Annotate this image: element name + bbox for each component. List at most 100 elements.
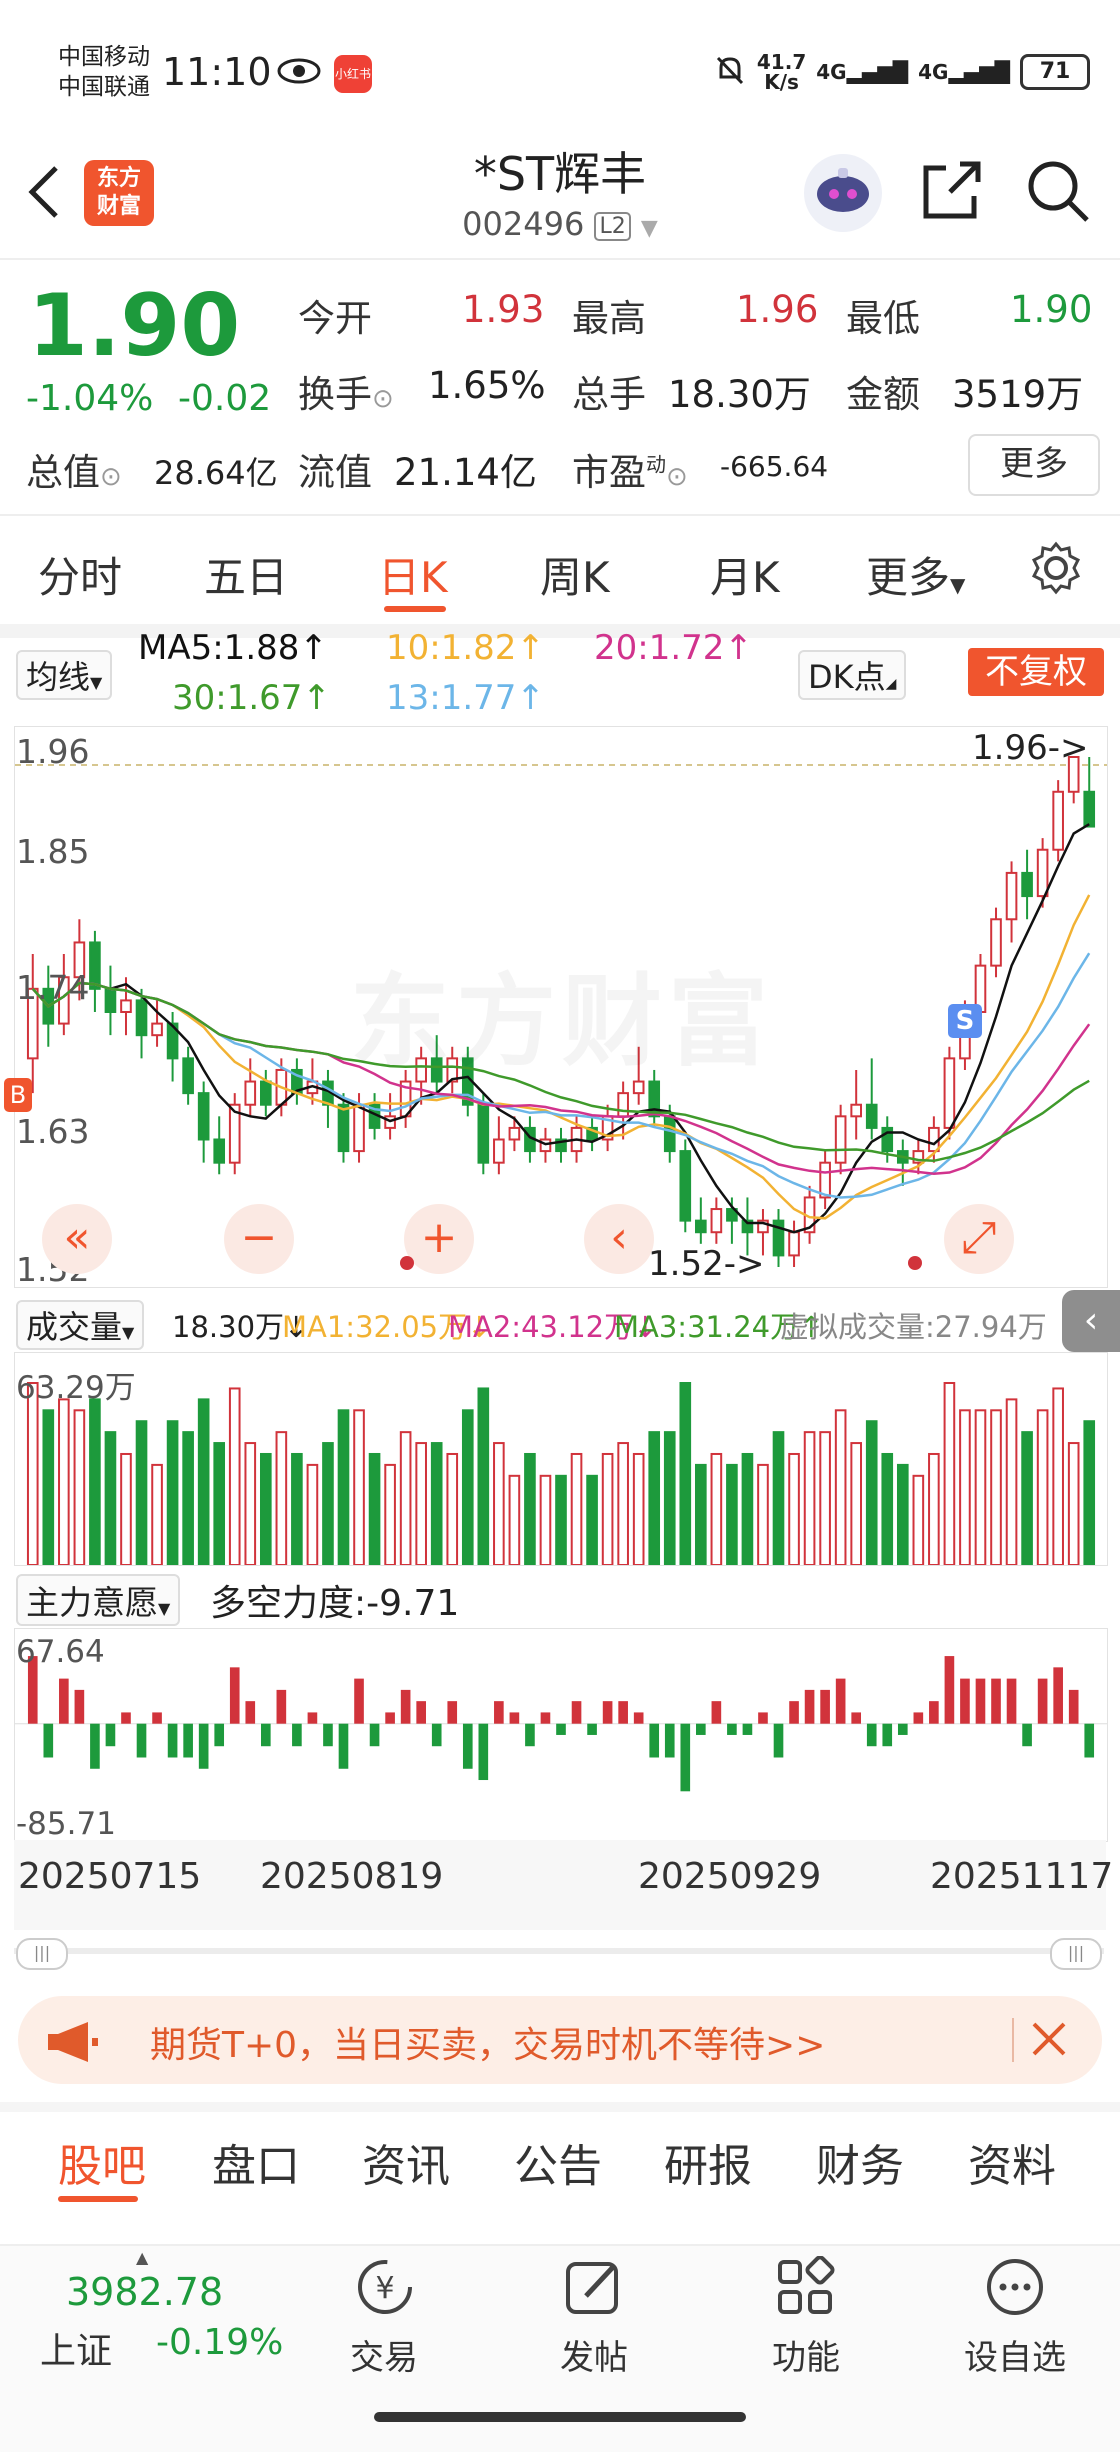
change-amount: -0.02 (178, 378, 272, 419)
info-dots-icon[interactable]: ⊙ (100, 462, 122, 492)
tab-more[interactable]: 更多▼ (866, 544, 965, 605)
tab-five-day[interactable]: 五日 (204, 544, 288, 605)
tab-monthly-k[interactable]: 月K (710, 544, 780, 605)
fullscreen-expand-icon[interactable]: ⤢ (944, 1204, 1014, 1274)
pe-sup: 动 (646, 452, 666, 477)
indicator-bar (789, 1701, 799, 1724)
mute-bell-icon (713, 53, 747, 92)
adjust-button[interactable]: 不复权 (968, 648, 1104, 696)
post-edit-icon[interactable] (562, 2256, 628, 2322)
tab-intraday[interactable]: 分时 (38, 544, 122, 605)
mktcap-value: 28.64亿 (154, 454, 278, 492)
indicator-bar (260, 1723, 271, 1747)
info-dots-icon[interactable]: ⊙ (372, 384, 394, 414)
index-name[interactable]: 上证 (40, 2322, 112, 2374)
tab-more-label: 更多 (866, 553, 951, 602)
tab-news[interactable]: 资讯 (362, 2130, 450, 2194)
candle-body (1052, 790, 1064, 851)
nav-post[interactable]: 发帖 (544, 2330, 644, 2379)
volume-bar (788, 1452, 800, 1565)
home-indicator[interactable] (374, 2412, 746, 2422)
candle-body (104, 987, 117, 1013)
tab-weekly-k[interactable]: 周K (540, 544, 610, 605)
indicator-bar (447, 1701, 458, 1724)
trade-yen-icon[interactable]: ¥ (352, 2256, 418, 2322)
nav-trade[interactable]: 交易 (334, 2330, 434, 2379)
volume-bar (73, 1409, 86, 1565)
close-icon[interactable] (1028, 2016, 1070, 2066)
indicator-bar (680, 1723, 691, 1792)
volume-bar (928, 1452, 940, 1565)
volume-selector[interactable]: 成交量▼ (16, 1300, 145, 1350)
scroll-handle-right[interactable]: ||| (1050, 1938, 1102, 1970)
candle-body (1021, 871, 1033, 898)
index-change[interactable]: -0.19% (156, 2322, 283, 2363)
more-dots-icon[interactable] (982, 2256, 1048, 2322)
candle-body (1036, 848, 1049, 898)
robot-assistant-icon[interactable] (804, 154, 882, 232)
tab-pankou[interactable]: 盘口 (212, 2130, 300, 2194)
tab-research[interactable]: 研报 (664, 2130, 752, 2194)
candle-body (788, 1231, 800, 1257)
tab-finance[interactable]: 财务 (816, 2130, 904, 2194)
indicator-bar (229, 1667, 240, 1724)
zoom-out-icon[interactable]: − (224, 1204, 294, 1274)
volume-value: 18.30万 (668, 373, 811, 416)
virtual-volume: 虚拟成交量:27.94万 (780, 1310, 1047, 1344)
indicator-bar (74, 1689, 85, 1724)
info-dots-icon[interactable]: ⊙ (666, 462, 688, 492)
ma-selector[interactable]: 均线▼ (16, 650, 113, 700)
more-button[interactable]: 更多 (968, 434, 1100, 496)
change-pct: -1.04% (26, 378, 154, 419)
collapse-panel-chevron-icon[interactable]: ‹ (1062, 1290, 1120, 1352)
volume-bar (58, 1398, 70, 1565)
volume-bar (446, 1452, 459, 1565)
candle-body (695, 1219, 707, 1234)
candle-body (990, 918, 1002, 967)
volume-bar (819, 1431, 831, 1565)
volume-bar (42, 1409, 55, 1565)
volume-bar (477, 1387, 490, 1565)
indicator-bar (494, 1701, 504, 1724)
dk-point-selector[interactable]: DK点◢ (798, 650, 907, 700)
indicator-bar (866, 1723, 877, 1747)
sell-signal-tag: S (948, 1004, 982, 1038)
volume-chart[interactable] (14, 1352, 1108, 1566)
chevron-down-icon: ▼ (640, 216, 658, 241)
zoom-in-icon[interactable]: + (404, 1204, 474, 1274)
volume-bar (275, 1431, 288, 1565)
tab-profile[interactable]: 资料 (968, 2130, 1056, 2194)
indicator-bar (897, 1723, 908, 1735)
indicator-selector-label: 主力意愿 (26, 1583, 158, 1622)
rewind-double-chevron-icon[interactable]: « (42, 1204, 112, 1274)
tab-announcements[interactable]: 公告 (514, 2130, 602, 2194)
tab-daily-k[interactable]: 日K (378, 544, 448, 605)
volume-bar (586, 1474, 598, 1565)
functions-grid-icon[interactable] (774, 2255, 840, 2322)
indicator-value: 多空力度:-9.71 (210, 1583, 460, 1624)
candle-body (943, 1057, 956, 1129)
indicator-bar (183, 1723, 193, 1758)
nav-functions[interactable]: 功能 (756, 2330, 856, 2379)
settings-gear-icon[interactable] (1028, 540, 1084, 600)
indicator-selector[interactable]: 主力意愿▼ (16, 1574, 181, 1626)
ma20-value: 20:1.72↑ (594, 628, 753, 668)
indicator-bar (540, 1712, 551, 1724)
chart-scrollbar[interactable] (14, 1948, 1104, 1954)
nav-add-watchlist[interactable]: 设自选 (950, 2330, 1080, 2379)
tab-guba[interactable]: 股吧 (58, 2130, 146, 2194)
volume-bar (213, 1442, 226, 1565)
candle-body (710, 1208, 723, 1234)
indicator-chart[interactable] (14, 1628, 1108, 1842)
index-value[interactable]: 3982.78 (66, 2270, 223, 2314)
chevron-left-icon[interactable]: ‹ (584, 1204, 654, 1274)
indicator-bar (1022, 1723, 1032, 1747)
indicator-bar (307, 1712, 318, 1724)
candle-body (477, 1103, 490, 1164)
indicator-bar (136, 1723, 147, 1758)
promo-text[interactable]: 期货T+0，当日买卖，交易时机不等待>> (150, 2016, 825, 2068)
candle-body (120, 999, 132, 1013)
share-icon[interactable] (920, 158, 984, 226)
search-icon[interactable] (1025, 158, 1091, 228)
scroll-handle-left[interactable]: ||| (16, 1938, 68, 1970)
